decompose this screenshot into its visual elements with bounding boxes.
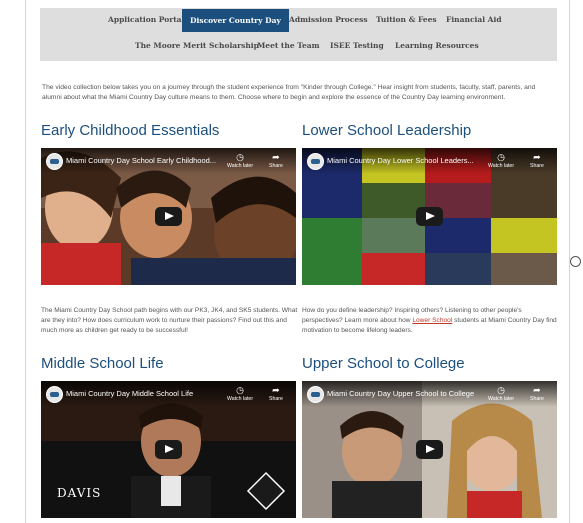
watch-later-button[interactable]: ◷ Watch later: [227, 385, 253, 402]
play-icon[interactable]: [155, 207, 182, 226]
nav-discover-country-day[interactable]: Discover Country Day: [182, 9, 289, 32]
share-label: Share: [269, 396, 283, 402]
admissions-nav: Application Portal Discover Country Day …: [40, 8, 557, 61]
play-icon[interactable]: [155, 440, 182, 459]
nav-moore-merit-scholarship[interactable]: The Moore Merit Scholarship: [135, 41, 259, 50]
clock-icon: ◷: [497, 152, 505, 162]
intro-text: The video collection below takes you on …: [42, 84, 536, 101]
channel-logo-icon: [307, 153, 324, 170]
video-caption: DAVIS: [57, 486, 102, 500]
section-desc-lower-school: How do you define leadership? Inspiring …: [302, 306, 560, 336]
share-button[interactable]: ➦ Share: [269, 152, 283, 169]
circle-icon[interactable]: [570, 256, 581, 267]
share-button[interactable]: ➦ Share: [530, 152, 544, 169]
share-label: Share: [530, 163, 544, 169]
clock-icon: ◷: [236, 152, 244, 162]
share-label: Share: [530, 396, 544, 402]
play-icon[interactable]: [416, 207, 443, 226]
channel-logo-icon: [307, 386, 324, 403]
lower-school-link[interactable]: Lower School: [412, 317, 452, 324]
channel-logo-icon: [46, 153, 63, 170]
clock-icon: ◷: [497, 385, 505, 395]
share-button[interactable]: ➦ Share: [269, 385, 283, 402]
share-arrow-icon: ➦: [272, 385, 280, 395]
clock-icon: ◷: [236, 385, 244, 395]
watch-later-label: Watch later: [488, 396, 515, 402]
watch-later-label: Watch later: [488, 163, 515, 169]
video-title[interactable]: Miami Country Day Lower School Leaders..…: [327, 156, 474, 165]
nav-learning-resources[interactable]: Learning Resources: [395, 41, 479, 50]
share-arrow-icon: ➦: [533, 152, 541, 162]
watch-later-button[interactable]: ◷ Watch later: [488, 385, 514, 402]
share-label: Share: [269, 163, 283, 169]
video-title[interactable]: Miami Country Day School Early Childhood…: [66, 156, 216, 165]
watch-later-button[interactable]: ◷ Watch later: [227, 152, 253, 169]
nav-financial-aid[interactable]: Financial Aid: [446, 15, 502, 24]
section-title-middle-school: Middle School Life: [41, 355, 164, 372]
section-title-early-childhood: Early Childhood Essentials: [41, 122, 220, 139]
video-early-childhood[interactable]: Miami Country Day School Early Childhood…: [41, 148, 296, 285]
watch-later-button[interactable]: ◷ Watch later: [488, 152, 514, 169]
video-title[interactable]: Miami Country Day Middle School Life: [66, 389, 193, 398]
nav-tuition-fees[interactable]: Tuition & Fees: [376, 15, 437, 24]
share-arrow-icon: ➦: [272, 152, 280, 162]
video-upper-school[interactable]: Miami Country Day Upper School to Colleg…: [302, 381, 557, 518]
nav-admission-process[interactable]: Admission Process: [289, 15, 368, 24]
watch-later-label: Watch later: [227, 396, 254, 402]
video-middle-school[interactable]: Miami Country Day Middle School Life ◷ Wa…: [41, 381, 296, 518]
video-lower-school[interactable]: Miami Country Day Lower School Leaders..…: [302, 148, 557, 285]
share-button[interactable]: ➦ Share: [530, 385, 544, 402]
channel-logo-icon: [46, 386, 63, 403]
share-arrow-icon: ➦: [533, 385, 541, 395]
section-desc-early-childhood: The Miami Country Day School path begins…: [41, 307, 298, 334]
nav-application-portal[interactable]: Application Portal: [108, 15, 184, 24]
nav-meet-the-team[interactable]: Meet the Team: [257, 41, 320, 50]
section-title-lower-school: Lower School Leadership: [302, 122, 472, 139]
video-title[interactable]: Miami Country Day Upper School to Colleg…: [327, 389, 474, 398]
play-icon[interactable]: [416, 440, 443, 459]
watch-later-label: Watch later: [227, 163, 254, 169]
section-title-upper-school: Upper School to College: [302, 355, 465, 372]
nav-isee-testing[interactable]: ISEE Testing: [330, 41, 384, 50]
